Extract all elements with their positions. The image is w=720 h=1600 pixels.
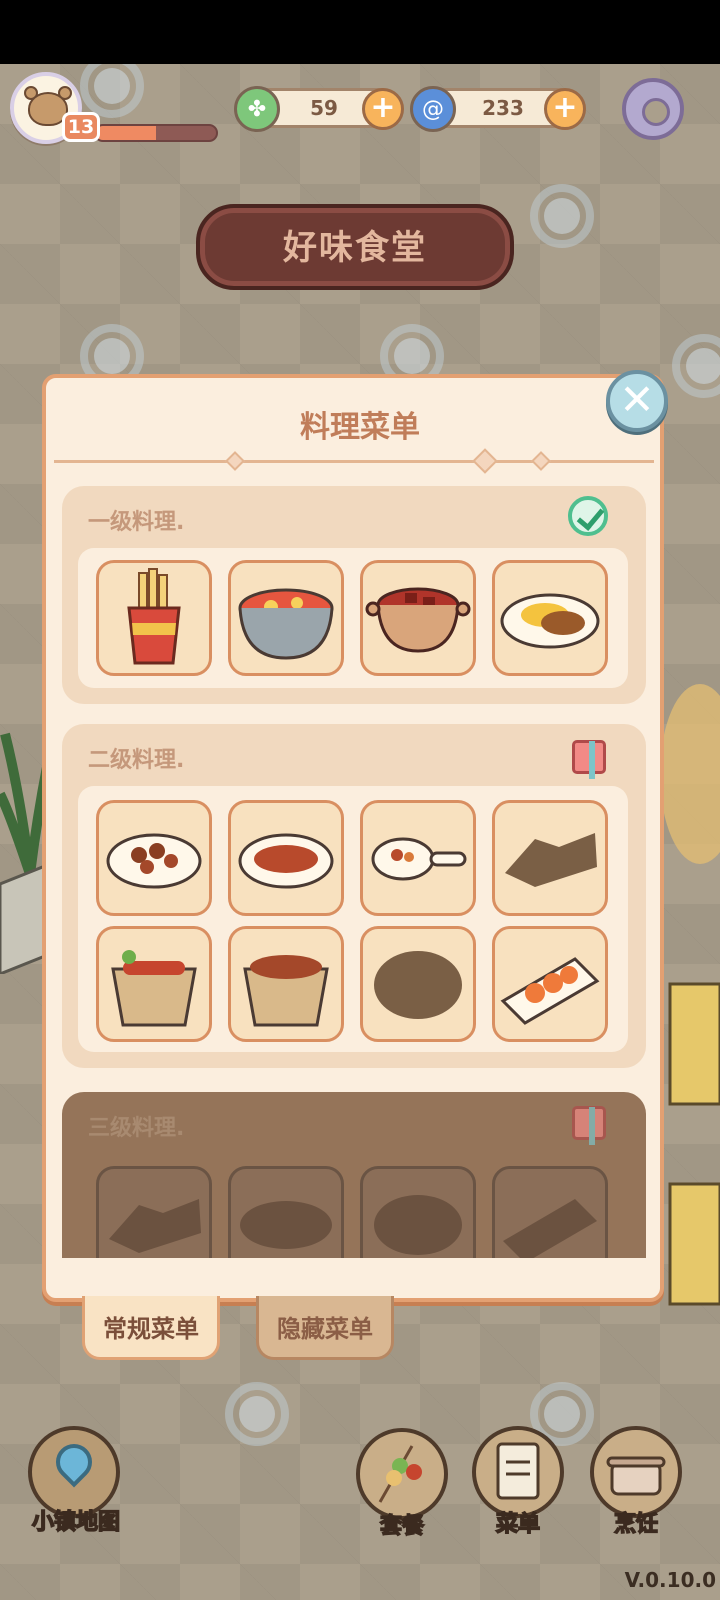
gift-icon[interactable] — [572, 740, 606, 779]
dish-card-unknown-2[interactable] — [360, 926, 476, 1042]
version-text: V.0.10.0 — [624, 1568, 716, 1592]
braised-pork-icon — [238, 833, 334, 889]
cooking-pot-icon — [606, 1456, 666, 1496]
sun-decoration-icon — [530, 184, 594, 248]
status-bar — [0, 0, 720, 64]
tomato-egg-bowl-icon — [238, 588, 334, 660]
braised-meat-pot-icon — [365, 587, 471, 653]
unknown-dish-silhouette-icon — [109, 1199, 201, 1253]
dish-card-locked[interactable] — [96, 1166, 212, 1262]
stir-fried-meat-icon — [106, 833, 202, 889]
close-button[interactable]: ✕ — [606, 370, 668, 432]
tier-3-label: 三级料理. — [88, 1116, 185, 1141]
clover-currency-icon: ✤ — [234, 86, 280, 132]
tab-regular-menu[interactable]: 常规菜单 — [82, 1296, 220, 1360]
unknown-pot-silhouette-icon — [374, 1195, 462, 1255]
menu-button[interactable] — [472, 1426, 564, 1518]
cooking-button[interactable] — [590, 1426, 682, 1518]
cooking-label: 烹饪 — [613, 1511, 659, 1538]
combo-meal-label: 套餐 — [379, 1513, 425, 1540]
dish-card-locked[interactable] — [492, 1166, 608, 1262]
gear-icon[interactable] — [622, 78, 684, 140]
dish-card-fries[interactable] — [96, 560, 212, 676]
combo-meal-button[interactable] — [356, 1428, 448, 1520]
sausage-steamer-icon — [111, 950, 197, 1027]
fries-icon — [127, 568, 181, 665]
swirl-currency-icon: @ — [410, 86, 456, 132]
xp-progress-bar — [94, 124, 218, 142]
dish-card-locked[interactable] — [228, 1166, 344, 1262]
sun-decoration-icon — [225, 1382, 289, 1446]
dish-card-tomato-egg-bowl[interactable] — [228, 560, 344, 676]
dish-card-locked[interactable] — [360, 1166, 476, 1262]
curry-rice-icon — [500, 593, 600, 649]
menu-label: 菜单 — [495, 1511, 541, 1538]
map-pin-icon — [48, 1436, 100, 1488]
dish-card-meat-pan[interactable] — [360, 800, 476, 916]
skewer-icon — [378, 1445, 422, 1503]
dish-card-meat-steamer[interactable] — [228, 926, 344, 1042]
shrimp-balls-plate-icon — [500, 957, 600, 1025]
add-green-currency-button[interactable]: + — [362, 88, 404, 130]
unknown-plate-silhouette-icon — [240, 1201, 332, 1249]
clipboard-icon — [496, 1442, 540, 1500]
dish-card-sausage-steamer[interactable] — [96, 926, 212, 1042]
unknown-skewer-silhouette-icon — [503, 1199, 597, 1262]
meat-steamer-icon — [243, 955, 329, 1027]
dish-card-braised-meat-pot[interactable] — [360, 560, 476, 676]
gift-icon[interactable] — [572, 1106, 606, 1145]
unknown-pot-silhouette-icon — [374, 951, 462, 1019]
yard-decoration-icon — [660, 684, 720, 1306]
dish-card-curry-rice[interactable] — [492, 560, 608, 676]
dish-card-stir-fried-meat[interactable] — [96, 800, 212, 916]
level-badge: 13 — [62, 112, 100, 142]
restaurant-name-board: 好味食堂 — [196, 204, 514, 290]
sun-decoration-icon — [672, 334, 720, 398]
dish-card-unknown-1[interactable] — [492, 800, 608, 916]
sun-decoration-icon — [80, 64, 144, 118]
xp-progress-fill — [96, 126, 156, 140]
tab-hidden-menu[interactable]: 隐藏菜单 — [256, 1296, 394, 1360]
add-blue-currency-button[interactable]: + — [544, 88, 586, 130]
unknown-dish-silhouette-icon — [505, 833, 597, 887]
panel-bottom-edge — [46, 1258, 660, 1298]
dish-card-shrimp-balls[interactable] — [492, 926, 608, 1042]
title-divider — [54, 460, 654, 463]
meat-pan-icon — [371, 837, 467, 881]
check-icon[interactable] — [568, 496, 608, 536]
tier-2-label: 二级料理. — [88, 748, 185, 773]
tier-1-label: 一级料理. — [88, 510, 185, 535]
restaurant-name: 好味食堂 — [283, 228, 427, 268]
town-map-label: 小镇地图 — [31, 1509, 121, 1536]
dish-card-braised-pork-plate[interactable] — [228, 800, 344, 916]
